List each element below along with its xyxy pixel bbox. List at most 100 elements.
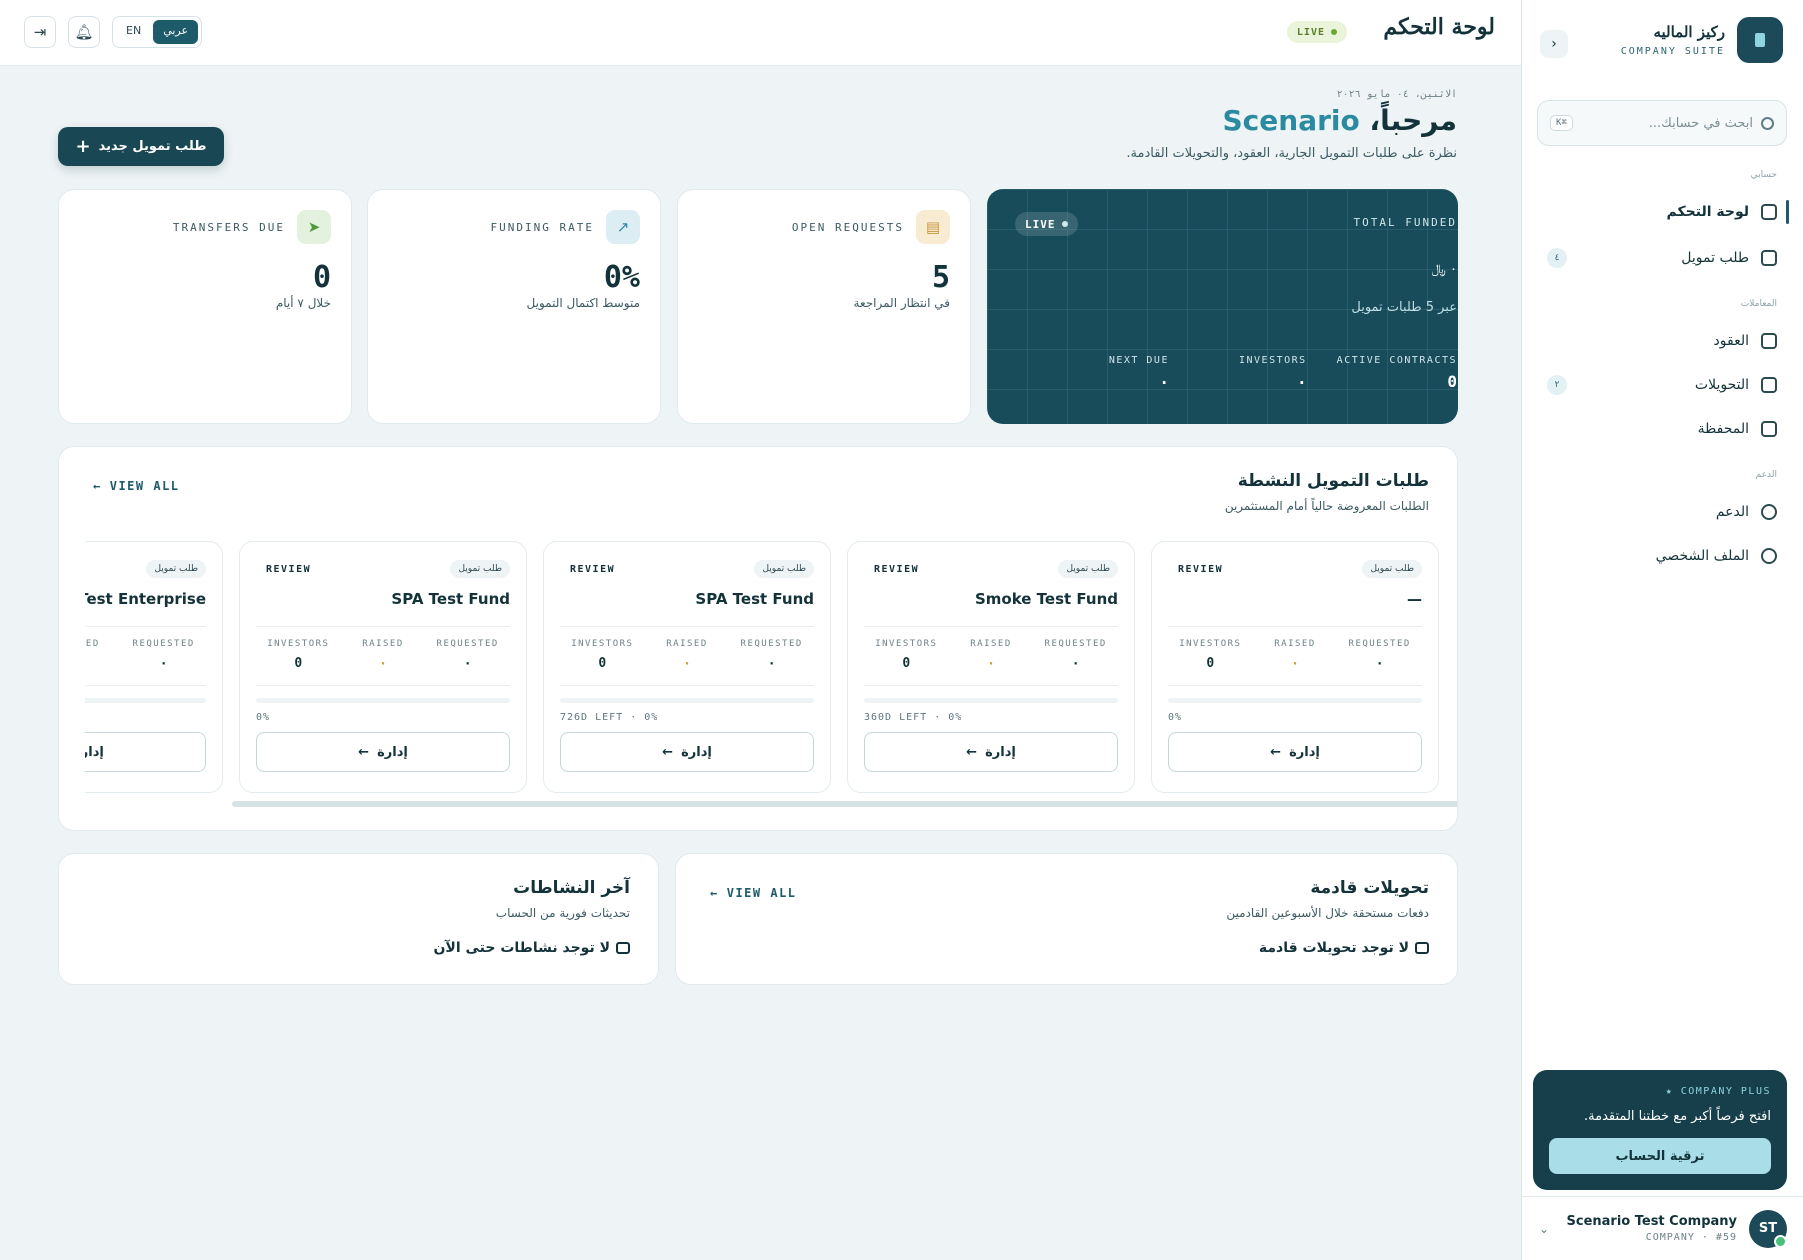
user-icon bbox=[1761, 548, 1777, 564]
empty-state: لا توجد تحويلات قادمة bbox=[1259, 940, 1429, 956]
upgrade-account-button[interactable]: ترقية الحساب bbox=[1549, 1138, 1771, 1174]
new-funding-request-button[interactable]: + طلب تمويل جديد bbox=[58, 127, 224, 166]
search-icon bbox=[1761, 116, 1774, 130]
live-dot-icon bbox=[1331, 29, 1337, 35]
search-input[interactable] bbox=[1580, 115, 1753, 131]
collapse-sidebar-button[interactable]: › bbox=[1540, 30, 1568, 58]
sidebar-item-funding-request[interactable]: طلب تمويل ٤ bbox=[1521, 238, 1803, 278]
type-badge: طلب تمويل bbox=[1362, 560, 1422, 578]
user-name: Scenario Test Company bbox=[1566, 1214, 1738, 1229]
sidebar-item-label: المحفظة bbox=[1697, 421, 1749, 437]
hero-stat-next-due: NEXT DUE ٠ bbox=[1108, 355, 1169, 391]
arrow-left-icon: ← bbox=[93, 479, 102, 493]
current-date: الاثنين، ٠٤ مايو ٢٠٢٦ bbox=[1336, 89, 1457, 100]
total-funded-label: TOTAL FUNDED bbox=[1353, 216, 1457, 229]
logout-button[interactable]: ⇥ bbox=[24, 16, 56, 48]
status-badge: REVIEW bbox=[1178, 564, 1224, 575]
request-title: Test Enterprise bbox=[85, 590, 206, 608]
manage-button[interactable]: ←إدارة bbox=[85, 732, 206, 772]
chevron-down-icon: ⌄ bbox=[1539, 1221, 1550, 1236]
manage-button[interactable]: ←إدارة bbox=[864, 732, 1118, 772]
funding-request-card[interactable]: طلب تمويل REVIEW — INVESTORS 0 RAISED ٠ REQUEST… bbox=[1151, 541, 1439, 793]
request-title: — bbox=[1407, 590, 1422, 608]
metric-raised: RAISED ٠ bbox=[362, 639, 404, 671]
user-menu[interactable]: ST Scenario Test Company COMPANY · #59 ⌄ bbox=[1521, 1196, 1803, 1260]
plus-text: افتح فرصاً أكبر مع خطتنا المتقدمة. bbox=[1584, 1109, 1771, 1124]
welcome-subtitle: نظرة على طلبات التمويل الجارية، العقود، … bbox=[1126, 146, 1457, 161]
upcoming-transfers-panel: تحويلات قادمة دفعات مستحقة خلال الأسبوعي… bbox=[675, 853, 1458, 985]
section-label-account: حسابي bbox=[1750, 170, 1777, 180]
sidebar-search[interactable]: K⌘ bbox=[1537, 100, 1787, 146]
panel-title: آخر النشاطات bbox=[513, 878, 630, 898]
count-badge: ٤ bbox=[1547, 248, 1567, 268]
contract-icon bbox=[1761, 333, 1777, 349]
view-all-requests-link[interactable]: ← VIEW ALL bbox=[93, 479, 180, 493]
metric-requested: REQUESTED ٠ bbox=[740, 639, 803, 671]
inbox-icon bbox=[1415, 942, 1429, 954]
arrow-left-icon: ← bbox=[710, 886, 719, 900]
live-dot-icon bbox=[1061, 221, 1068, 227]
carousel-scrollbar[interactable] bbox=[232, 801, 1457, 807]
star-icon: ★ bbox=[1665, 1086, 1681, 1097]
plus-icon: + bbox=[75, 136, 91, 157]
stat-transfers-due: ➤ TRANSFERS DUE 0 خلال ٧ أيام bbox=[58, 189, 352, 424]
manage-button[interactable]: ←إدارة bbox=[1168, 732, 1422, 772]
manage-button[interactable]: ←إدارة bbox=[256, 732, 510, 772]
lang-ar-option[interactable]: عربي bbox=[153, 20, 199, 44]
request-metrics: INVESTORSRAISEDREQUESTED٠ bbox=[85, 626, 206, 686]
sidebar-item-wallet[interactable]: المحفظة bbox=[1521, 409, 1803, 449]
view-all-transfers-link[interactable]: ← VIEW ALL bbox=[710, 886, 797, 900]
sidebar-item-support[interactable]: الدعم bbox=[1521, 492, 1803, 532]
request-title: Smoke Test Fund bbox=[974, 590, 1118, 608]
notifications-button[interactable]: 🔔︎ bbox=[68, 16, 100, 48]
funding-request-card[interactable]: طلب تمويل REVIEW SPA Test Fund INVESTORS 0 RA… bbox=[543, 541, 831, 793]
manage-button[interactable]: ←إدارة bbox=[560, 732, 814, 772]
time-left: 0% bbox=[256, 712, 271, 723]
metric-requested: REQUESTED ٠ bbox=[132, 639, 195, 671]
brand[interactable]: ركيز الماليه COMPANY SUITE bbox=[1621, 16, 1783, 64]
metric-investors: INVESTORS 0 bbox=[267, 639, 330, 671]
metric-requested: REQUESTED ٠ bbox=[436, 639, 499, 671]
sidebar-item-label: لوحة التحكم bbox=[1666, 204, 1749, 220]
welcome-heading: مرحباً، Scenario bbox=[1223, 104, 1458, 137]
sidebar-item-label: التحويلات bbox=[1694, 377, 1749, 393]
stat-note: خلال ٧ أيام bbox=[275, 296, 331, 310]
chevron-right-icon: › bbox=[1551, 36, 1557, 52]
sidebar-item-dashboard[interactable]: لوحة التحكم bbox=[1521, 192, 1803, 232]
time-left: 726D LEFT · 0% bbox=[560, 712, 659, 723]
live-badge: LIVE bbox=[1015, 212, 1078, 236]
plus-title: ★ COMPANY PLUS bbox=[1665, 1086, 1771, 1097]
funding-request-card[interactable]: طلب تمويلTest EnterpriseINVESTORSRAISEDR… bbox=[85, 541, 223, 793]
sidebar-item-profile[interactable]: الملف الشخصي bbox=[1521, 536, 1803, 576]
requests-carousel[interactable]: طلب تمويل REVIEW — INVESTORS 0 RAISED ٠ REQUEST… bbox=[85, 541, 1457, 793]
stat-value: 0% bbox=[603, 260, 640, 295]
request-title: SPA Test Fund bbox=[695, 590, 814, 608]
wallet-icon bbox=[1761, 421, 1777, 437]
request-metrics: INVESTORS 0 RAISED ٠ REQUESTED ٠ bbox=[1168, 626, 1422, 686]
sidebar-item-transfers[interactable]: التحويلات ٢ bbox=[1521, 365, 1803, 405]
funding-request-card[interactable]: طلب تمويل REVIEW SPA Test Fund INVESTORS 0 RA… bbox=[239, 541, 527, 793]
sidebar-item-label: العقود bbox=[1713, 333, 1749, 349]
stat-value: 0 bbox=[312, 260, 331, 295]
sidebar-item-contracts[interactable]: العقود bbox=[1521, 321, 1803, 361]
document-icon: ▤ bbox=[916, 210, 950, 244]
stat-funding-rate: ↗ FUNDING RATE 0% متوسط اكتمال التمويل bbox=[367, 189, 661, 424]
stat-note: في انتظار المراجعة bbox=[853, 296, 950, 310]
panel-subtitle: الطلبات المعروضة حالياً أمام المستثمرين bbox=[1224, 499, 1429, 513]
company-plus-card: ★ COMPANY PLUS افتح فرصاً أكبر مع خطتنا … bbox=[1533, 1070, 1787, 1190]
funding-progress-bar bbox=[85, 698, 206, 703]
hero-stat-active-contracts: ACTIVE CONTRACTS 0 bbox=[1336, 355, 1457, 391]
metric-raised: RAISED ٠ bbox=[1274, 639, 1316, 671]
inbox-icon bbox=[616, 942, 630, 954]
hero-stat-investors: INVESTORS ٠ bbox=[1238, 355, 1307, 391]
time-left: 360D LEFT · 0% bbox=[864, 712, 963, 723]
status-badge: REVIEW bbox=[570, 564, 616, 575]
metric-requested: REQUESTED ٠ bbox=[1348, 639, 1411, 671]
lang-en-option[interactable]: EN bbox=[116, 20, 151, 44]
funding-progress-bar bbox=[560, 698, 814, 703]
funding-progress-bar bbox=[1168, 698, 1422, 703]
grid-icon bbox=[1761, 204, 1777, 220]
funding-progress-bar bbox=[864, 698, 1118, 703]
funding-request-card[interactable]: طلب تمويل REVIEW Smoke Test Fund INVESTORS 0… bbox=[847, 541, 1135, 793]
type-badge: طلب تمويل bbox=[450, 560, 510, 578]
